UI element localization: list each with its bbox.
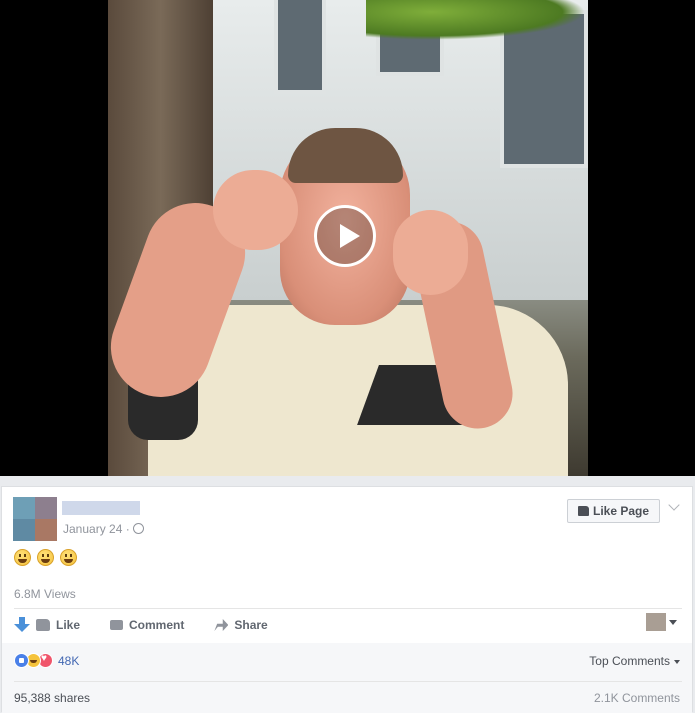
post-card: January 24 · Like Page 6.8M Views Like C…	[1, 486, 693, 713]
share-icon	[214, 619, 229, 631]
like-page-label: Like Page	[592, 504, 650, 518]
action-bar: Like Comment Share	[14, 611, 298, 639]
like-icon	[36, 619, 50, 631]
page-name-redacted[interactable]	[62, 501, 140, 515]
play-button[interactable]	[314, 205, 376, 267]
like-page-button[interactable]: Like Page	[567, 499, 660, 523]
comment-count[interactable]: 2.1K Comments	[594, 691, 680, 705]
play-icon	[340, 224, 360, 248]
share-count[interactable]: 95,388 shares	[14, 691, 90, 705]
page-avatar[interactable]	[13, 497, 57, 541]
smiley-emoji-icon	[60, 549, 77, 566]
post-text	[14, 549, 77, 566]
view-count: 6.8M Views	[14, 587, 76, 601]
caret-down-icon	[674, 659, 680, 664]
reaction-count: 48K	[58, 653, 80, 668]
caret-down-icon[interactable]	[669, 620, 677, 625]
chevron-down-icon[interactable]	[668, 499, 680, 511]
smiley-emoji-icon	[14, 549, 31, 566]
globe-icon	[132, 523, 144, 534]
commenter-avatar[interactable]	[646, 613, 666, 631]
post-date[interactable]: January 24 ·	[63, 522, 144, 536]
like-button[interactable]: Like	[36, 618, 80, 632]
comment-sort-dropdown[interactable]: Top Comments	[589, 654, 680, 668]
comment-icon	[110, 620, 124, 630]
like-reaction-icon	[14, 653, 29, 668]
post-footer: 48K Top Comments 95,388 shares 2.1K Comm…	[2, 643, 692, 713]
comment-button[interactable]: Comment	[110, 618, 184, 632]
share-button[interactable]: Share	[214, 618, 268, 632]
download-arrow-icon[interactable]	[14, 617, 30, 633]
thumbs-up-icon	[577, 506, 589, 516]
video-player[interactable]	[0, 0, 695, 476]
smiley-emoji-icon	[37, 549, 54, 566]
reactions-summary[interactable]: 48K	[14, 653, 79, 668]
